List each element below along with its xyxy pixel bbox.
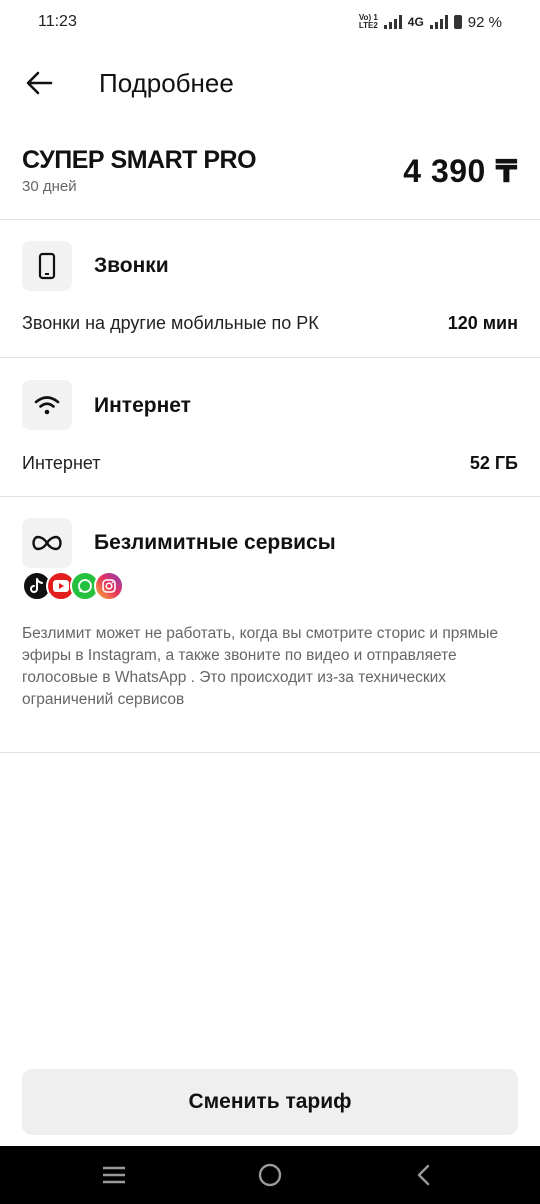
plan-price: 4 390 ₸: [403, 153, 518, 189]
change-plan-button[interactable]: Сменить тариф: [22, 1069, 518, 1135]
status-icons: Vo) 1 LTE2 4G 92 %: [359, 14, 502, 31]
home-icon: [258, 1163, 282, 1187]
calls-section: Звонки Звонки на другие мобильные по РК …: [0, 220, 540, 358]
back-icon: [417, 1164, 430, 1186]
wifi-icon: [34, 396, 60, 415]
unlimited-disclaimer: Безлимит может не работать, когда вы смо…: [22, 625, 499, 708]
signal-icon-2: [429, 15, 448, 29]
internet-row-value: 52 ГБ: [469, 453, 518, 473]
battery-icon: [453, 15, 462, 29]
internet-row-label: Интернет: [22, 453, 101, 473]
internet-icon-box: [22, 380, 72, 430]
unlimited-section: Безлимитные сервисы Безлимит может не ра…: [0, 497, 540, 753]
instagram-icon: [94, 571, 124, 601]
nav-home-button[interactable]: [240, 1146, 300, 1204]
system-nav-bar: [0, 1146, 540, 1204]
recents-icon: [103, 1166, 125, 1184]
plan-name: СУПЕР SMART PRO: [22, 146, 257, 174]
nav-back-button[interactable]: [394, 1146, 454, 1204]
page-title: Подробнее: [99, 68, 234, 98]
unlimited-icon-box: [22, 518, 72, 568]
plan-summary: СУПЕР SMART PRO 30 дней 4 390 ₸: [0, 130, 540, 220]
volte-indicator: Vo) 1 LTE2: [358, 13, 378, 30]
network-type: 4G: [407, 15, 424, 29]
battery-level: 92 %: [467, 13, 502, 31]
app-header: Подробнее: [0, 52, 540, 112]
calls-row-value: 120 мин: [447, 313, 518, 333]
calls-icon-box: [22, 241, 72, 291]
unlimited-apps: [22, 571, 124, 601]
screen: 11:23 Vo) 1 LTE2 4G 92 % Подробнее СУПЕР…: [0, 0, 540, 1204]
back-button[interactable]: [22, 66, 56, 100]
nav-recents-button[interactable]: [84, 1146, 144, 1204]
status-bar: 11:23 Vo) 1 LTE2 4G 92 %: [0, 0, 540, 44]
calls-title: Звонки: [94, 254, 169, 277]
internet-title: Интернет: [94, 394, 191, 417]
status-time: 11:23: [38, 13, 77, 30]
signal-icon: [383, 15, 402, 29]
phone-icon: [38, 252, 56, 280]
infinity-icon: [32, 535, 62, 551]
internet-section: Интернет Интернет 52 ГБ: [0, 358, 540, 497]
plan-period: 30 дней: [22, 178, 77, 195]
arrow-left-icon: [26, 71, 53, 95]
calls-row-label: Звонки на другие мобильные по РК: [22, 313, 319, 333]
unlimited-title: Безлимитные сервисы: [94, 531, 336, 554]
